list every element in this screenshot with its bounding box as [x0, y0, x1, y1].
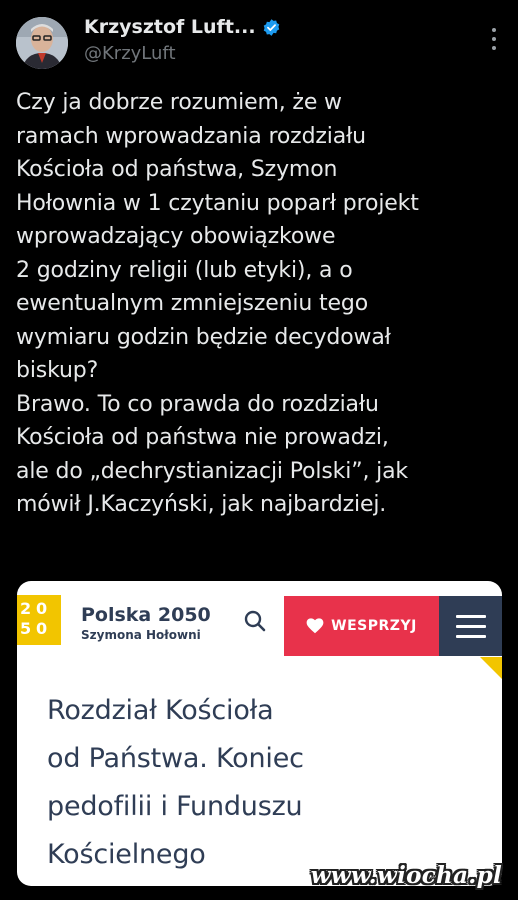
author-name[interactable]: Krzysztof Luft... — [84, 16, 256, 38]
search-icon[interactable] — [242, 608, 268, 634]
heart-icon — [306, 618, 324, 634]
verified-badge-icon — [263, 18, 279, 36]
link-preview-card[interactable]: 2 0 5 0 Polska 2050 Szymona Hołowni WESP… — [17, 581, 502, 886]
card-site-header: 2 0 5 0 Polska 2050 Szymona Hołowni WESP… — [17, 581, 502, 657]
author-name-row[interactable]: Krzysztof Luft... — [84, 16, 281, 38]
watermark: www.wiocha.pl — [310, 862, 502, 889]
donate-label: WESPRZYJ — [331, 618, 417, 634]
logo-glyph-1: 2 — [20, 599, 32, 618]
tweet-text: Czy ja dobrze rozumiem, że w ramach wpro… — [16, 90, 419, 517]
logo-glyph-2: 0 — [36, 599, 48, 618]
decorative-corner — [480, 657, 502, 679]
hamburger-menu-icon[interactable] — [439, 596, 502, 656]
donate-button[interactable]: WESPRZYJ — [284, 596, 439, 656]
logo-glyph-4: 0 — [36, 619, 48, 638]
logo-glyph-3: 5 — [20, 619, 32, 638]
article-headline[interactable]: Rozdział Kościoła od Państwa. Koniec ped… — [47, 687, 467, 879]
avatar[interactable] — [16, 17, 68, 69]
brand-name: Polska 2050 — [81, 604, 211, 626]
author-handle[interactable]: @KrzyLuft — [84, 43, 176, 64]
more-options-icon[interactable] — [490, 28, 498, 50]
brand-subtitle: Szymona Hołowni — [81, 628, 201, 642]
polska-2050-logo: 2 0 5 0 — [17, 595, 61, 645]
